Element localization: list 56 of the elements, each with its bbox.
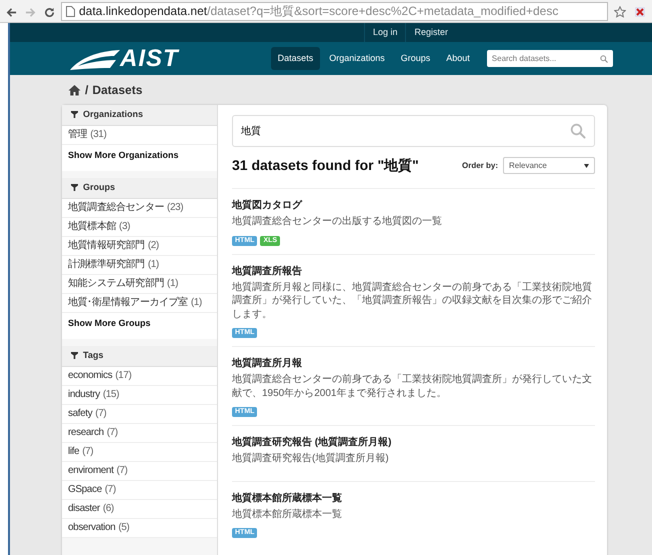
show-more-link[interactable]: Show More Organizations (62, 144, 217, 171)
nav-tab[interactable]: Groups (394, 46, 438, 70)
dataset-description: 地質調査総合センターの前身である「工業技術院地質調査所」が発行していた文献で、1950年から2001年まで発行されました。 (232, 373, 593, 400)
caret-icon (584, 164, 589, 168)
show-more-link[interactable]: Show More Groups (62, 312, 217, 339)
facet-item[interactable]: 地質調査総合センター (23) (62, 198, 217, 218)
nav-tab[interactable]: Organizations (322, 46, 392, 70)
breadcrumb-separator: / (85, 82, 88, 99)
dataset-title[interactable]: 地質調査研究報告 (地質調査所月報) (232, 435, 392, 450)
logo[interactable]: AIST (70, 46, 179, 70)
facet-item[interactable]: 地質情報研究部門 (2) (62, 236, 217, 256)
page-icon (66, 6, 75, 16)
facet-item[interactable]: observation (5) (62, 518, 217, 538)
facet-item[interactable]: 知能システム研究部門 (1) (62, 274, 217, 294)
url-host: data.linkedopendata.net (79, 4, 208, 18)
facet-heading: Organizations (62, 105, 217, 126)
facet-item[interactable]: 地質･衛星情報アーカイブ室 (1) (62, 294, 217, 312)
filter-icon (71, 184, 78, 192)
header-search-field[interactable]: Search datasets... (486, 50, 613, 67)
facet-item[interactable]: industry (15) (62, 386, 217, 404)
breadcrumb-link[interactable]: Datasets (92, 81, 142, 99)
star-icon[interactable] (612, 4, 628, 18)
facet-item[interactable]: economics (17) (62, 366, 217, 386)
facet-item[interactable]: GSpace (7) (62, 480, 217, 500)
order-label: Order by: (462, 160, 498, 172)
facet-item[interactable]: safety (7) (62, 404, 217, 424)
dataset-description: 地質調査所月報と同様に、地質調査総合センターの前身である「工業技術院地質調査所」が発行していた、「地質調査所報告」の収録文献を目次集の形でご紹介します。 (232, 280, 593, 321)
filter-icon (71, 352, 78, 360)
facet-item[interactable]: 地質標本館 (3) (62, 218, 217, 236)
facet-item[interactable]: 計測標準研究部門 (1) (62, 256, 217, 274)
search-icon (600, 54, 608, 62)
facet-item[interactable]: enviroment (7) (62, 462, 217, 480)
order-select[interactable]: Relevance (503, 157, 595, 174)
dataset-title[interactable]: 地質標本館所蔵標本一覧 (232, 490, 342, 506)
facet-heading: Groups (62, 178, 217, 198)
dataset-description: 地質標本館所蔵標本一覧 (232, 508, 343, 521)
facet-item[interactable]: disaster (6) (62, 500, 217, 518)
search-field[interactable]: 地質 (232, 115, 595, 147)
filter-icon (71, 111, 78, 118)
dataset-title[interactable]: 地質調査所月報 (232, 356, 302, 371)
swoosh-icon (70, 48, 120, 70)
address-bar[interactable]: data.linkedopendata.net/dataset?q=地質&sort=score+desc%2C+metadata_modified+desc (61, 2, 608, 20)
url-path: /dataset?q=地質&sort=score+desc%2C+metadata_modified+desc (207, 4, 558, 18)
search-icon (570, 123, 586, 139)
facet-item[interactable]: life (7) (62, 442, 217, 462)
dataset-title[interactable]: 地質図カタログ (232, 198, 302, 213)
facet-item[interactable]: research (7) (62, 424, 217, 442)
home-icon[interactable] (68, 84, 81, 96)
nav-tab[interactable]: Datasets (270, 46, 320, 70)
nav-tab[interactable]: About (439, 46, 477, 70)
facet-heading: Tags (62, 346, 217, 366)
dataset-description: 地質調査研究報告(地質調査所月報) (232, 452, 390, 466)
dataset-description: 地質調査総合センターの出版する地質図の一覧 (232, 215, 443, 228)
facet-item[interactable]: 管理 (31) (62, 126, 217, 144)
dataset-title[interactable]: 地質調査所報告 (232, 264, 302, 278)
results-heading: 31 datasets found for "地質" (232, 157, 419, 174)
